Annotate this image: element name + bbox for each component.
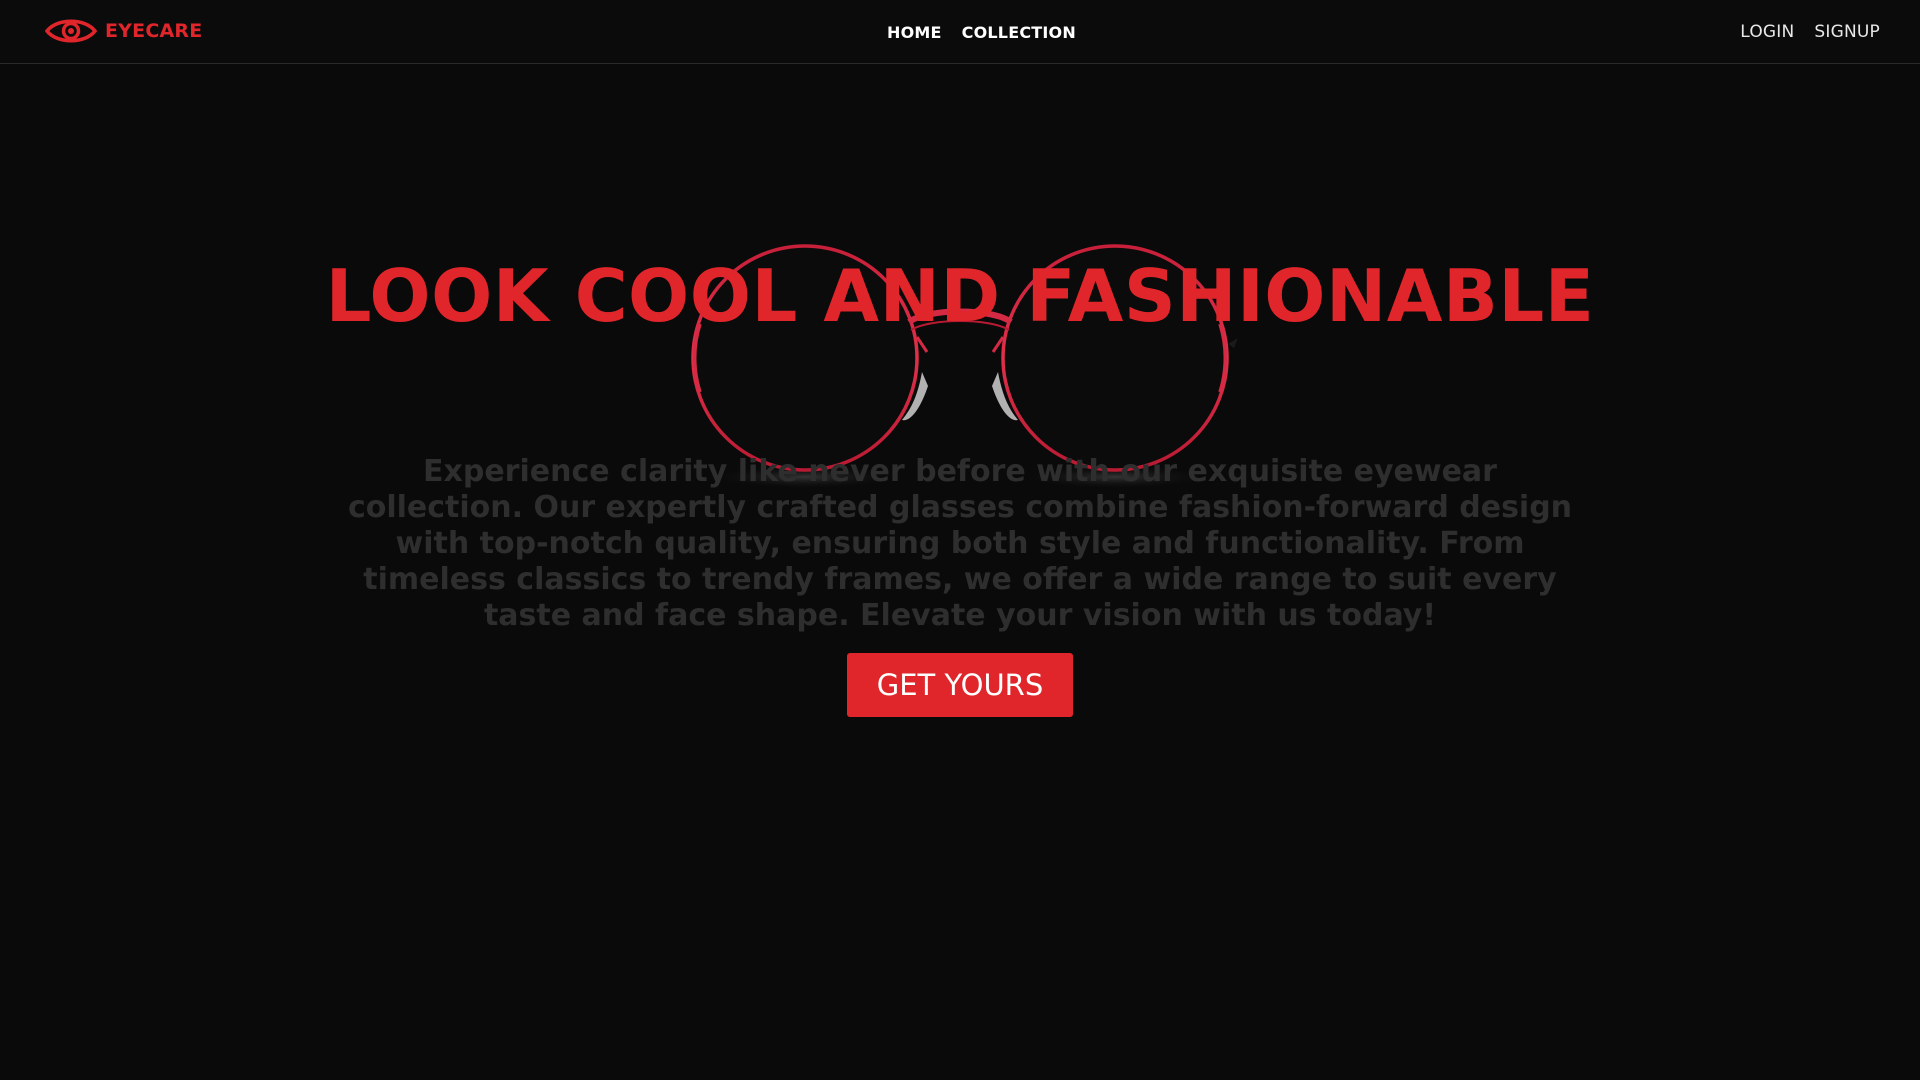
- eye-icon: [45, 19, 97, 43]
- hero-section: LOOK COOL AND FASHIONABLE Experience cla…: [0, 64, 1920, 1080]
- login-link[interactable]: LOGIN: [1740, 22, 1794, 42]
- get-yours-button[interactable]: GET YOURS: [847, 653, 1073, 717]
- nav-home-link[interactable]: HOME: [887, 23, 942, 42]
- nav-collection-link[interactable]: COLLECTION: [962, 23, 1076, 42]
- navbar: EYECARE HOME COLLECTION LOGIN SIGNUP: [0, 0, 1920, 64]
- main-nav: HOME COLLECTION: [887, 0, 1076, 64]
- signup-link[interactable]: SIGNUP: [1814, 22, 1880, 42]
- hero-title: LOOK COOL AND FASHIONABLE: [325, 254, 1595, 338]
- hero-description: Experience clarity like never before wit…: [347, 454, 1573, 633]
- auth-nav: LOGIN SIGNUP: [1740, 0, 1880, 64]
- brand-name: EYECARE: [105, 20, 203, 42]
- brand-logo-link[interactable]: EYECARE: [45, 16, 202, 46]
